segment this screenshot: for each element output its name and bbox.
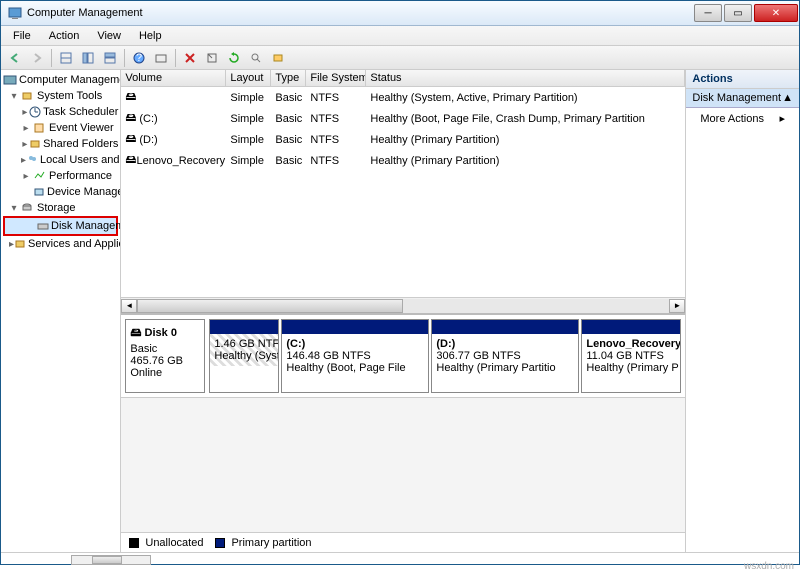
tree-label: Storage — [37, 202, 76, 214]
col-type[interactable]: Type — [271, 70, 306, 86]
tree-label: Computer Management (Local — [19, 74, 121, 86]
disk-map: 🖴 Disk 0 Basic 465.76 GB Online 1.46 GB … — [121, 313, 685, 397]
tree-label: Services and Applications — [28, 238, 121, 250]
menu-help[interactable]: Help — [131, 28, 170, 44]
menu-action[interactable]: Action — [41, 28, 88, 44]
volume-row[interactable]: 🖴(D:)SimpleBasicNTFSHealthy (Primary Par… — [121, 129, 685, 150]
partition[interactable]: 1.46 GB NTFSHealthy (Syst — [209, 319, 279, 393]
menubar: File Action View Help — [1, 26, 799, 46]
menu-view[interactable]: View — [89, 28, 129, 44]
tree-root[interactable]: Computer Management (Local — [1, 72, 120, 88]
disk-size: 465.76 GB — [130, 355, 200, 367]
toolbar-icon[interactable] — [180, 48, 200, 68]
tree-label: Event Viewer — [49, 122, 114, 134]
hscrollbar[interactable]: ◄ ► — [121, 297, 685, 313]
refresh-icon[interactable] — [224, 48, 244, 68]
legend: Unallocated Primary partition — [121, 532, 685, 552]
volume-row[interactable]: 🖴(C:)SimpleBasicNTFSHealthy (Boot, Page … — [121, 108, 685, 129]
toolbar-icon[interactable] — [268, 48, 288, 68]
svg-text:?: ? — [136, 52, 142, 64]
tree-users[interactable]: ▸Local Users and Groups — [1, 152, 120, 168]
col-layout[interactable]: Layout — [226, 70, 271, 86]
tree-task[interactable]: ▸Task Scheduler — [1, 104, 120, 120]
tree-storage[interactable]: ▾Storage — [1, 200, 120, 216]
window-title: Computer Management — [27, 7, 693, 19]
maximize-button[interactable]: ▭ — [724, 4, 752, 22]
volume-row[interactable]: 🖴SimpleBasicNTFSHealthy (System, Active,… — [121, 87, 685, 108]
statusbar — [1, 552, 799, 566]
col-volume[interactable]: Volume — [121, 70, 226, 86]
toolbar-icon[interactable] — [151, 48, 171, 68]
back-button[interactable] — [5, 48, 25, 68]
tree-devmgr[interactable]: Device Manager — [1, 184, 120, 200]
volume-header: Volume Layout Type File System Status — [121, 70, 685, 87]
tree-diskmgmt[interactable]: Disk Management — [5, 218, 116, 234]
scroll-track[interactable] — [137, 299, 669, 313]
help-icon[interactable]: ? — [129, 48, 149, 68]
window-frame: Computer Management ─ ▭ ✕ File Action Vi… — [0, 0, 800, 565]
toolbar-icon[interactable] — [202, 48, 222, 68]
legend-swatch-unalloc — [129, 538, 139, 548]
tree-label: Disk Management — [51, 220, 121, 232]
tree-shared[interactable]: ▸Shared Folders — [1, 136, 120, 152]
tree-label: Task Scheduler — [43, 106, 118, 118]
nav-tree[interactable]: Computer Management (Local ▾System Tools… — [1, 70, 121, 552]
center-pane: Volume Layout Type File System Status 🖴S… — [121, 70, 686, 552]
toolbar: ? — [1, 46, 799, 70]
minimize-button[interactable]: ─ — [694, 4, 722, 22]
tree-event[interactable]: ▸Event Viewer — [1, 120, 120, 136]
actions-section[interactable]: Disk Management ▲ — [686, 89, 799, 108]
col-status[interactable]: Status — [366, 70, 685, 86]
disk-label: 🖴 Disk 0 — [130, 324, 200, 343]
partition[interactable]: Lenovo_Recovery11.04 GB NTFSHealthy (Pri… — [581, 319, 681, 393]
disk-state: Online — [130, 367, 200, 379]
partition[interactable]: (D:)306.77 GB NTFSHealthy (Primary Parti… — [431, 319, 579, 393]
statusbar-scroll[interactable] — [71, 555, 151, 565]
volume-row[interactable]: 🖴Lenovo_Recovery (E:)SimpleBasicNTFSHeal… — [121, 150, 685, 171]
toolbar-icon[interactable] — [100, 48, 120, 68]
col-fs[interactable]: File System — [306, 70, 366, 86]
legend-primary: Primary partition — [231, 537, 311, 549]
collapse-icon[interactable]: ▲ — [782, 92, 793, 104]
watermark: wsxdn.com — [744, 561, 794, 572]
titlebar[interactable]: Computer Management ─ ▭ ✕ — [1, 1, 799, 26]
toolbar-icon[interactable] — [78, 48, 98, 68]
tree-label: Device Manager — [47, 186, 121, 198]
scroll-left-button[interactable]: ◄ — [121, 299, 137, 313]
forward-button[interactable] — [27, 48, 47, 68]
actions-pane: Actions Disk Management ▲ More Actions ▸ — [686, 70, 799, 552]
tree-perf[interactable]: ▸Performance — [1, 168, 120, 184]
volume-list[interactable]: 🖴SimpleBasicNTFSHealthy (System, Active,… — [121, 87, 685, 297]
scroll-right-button[interactable]: ► — [669, 299, 685, 313]
partition[interactable]: (C:)146.48 GB NTFSHealthy (Boot, Page Fi… — [281, 319, 429, 393]
actions-more[interactable]: More Actions ▸ — [686, 108, 799, 129]
actions-header: Actions — [686, 70, 799, 89]
tree-services[interactable]: ▸Services and Applications — [1, 236, 120, 252]
disk-type: Basic — [130, 343, 200, 355]
toolbar-icon[interactable] — [56, 48, 76, 68]
toolbar-icon[interactable] — [246, 48, 266, 68]
chevron-right-icon: ▸ — [779, 112, 785, 125]
legend-unalloc: Unallocated — [145, 537, 203, 549]
tree-systools[interactable]: ▾System Tools — [1, 88, 120, 104]
tree-label: Local Users and Groups — [40, 154, 121, 166]
close-button[interactable]: ✕ — [754, 4, 798, 22]
menu-file[interactable]: File — [5, 28, 39, 44]
legend-swatch-primary — [215, 538, 225, 548]
disk-info[interactable]: 🖴 Disk 0 Basic 465.76 GB Online — [125, 319, 205, 393]
scroll-thumb[interactable] — [137, 299, 403, 313]
app-icon — [7, 5, 23, 21]
tree-label: System Tools — [37, 90, 102, 102]
tree-label: Shared Folders — [43, 138, 118, 150]
tree-label: Performance — [49, 170, 112, 182]
